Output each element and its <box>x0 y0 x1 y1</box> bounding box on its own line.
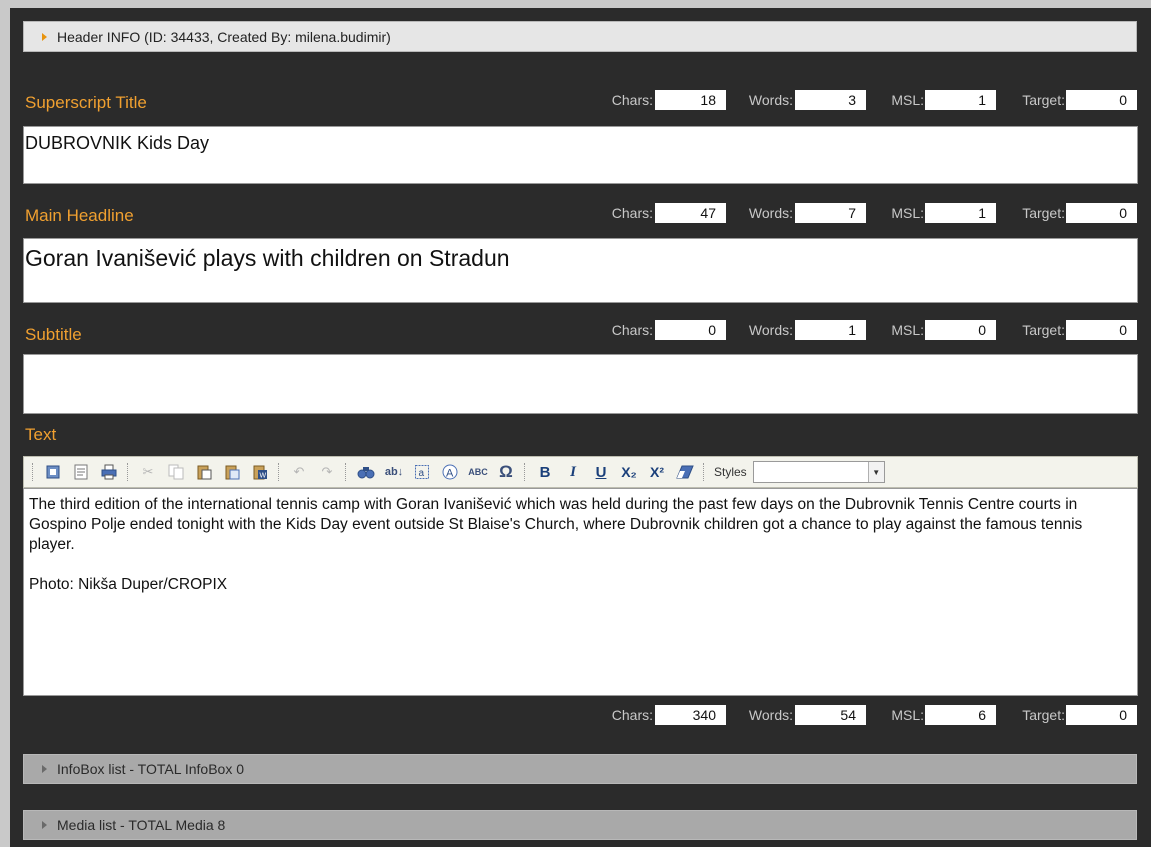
words-count: 1 <box>795 320 866 340</box>
toolbar-separator <box>278 463 281 481</box>
chars-count: 18 <box>655 90 726 110</box>
msl-count: 6 <box>925 705 996 725</box>
chars-label: Chars: <box>611 707 653 723</box>
replace-icon[interactable]: ab↓ <box>383 461 405 483</box>
remove-format-icon[interactable] <box>674 461 696 483</box>
subtitle-label: Subtitle <box>25 325 82 344</box>
words-label: Words: <box>748 322 793 338</box>
chevron-down-icon[interactable]: ▼ <box>867 462 884 482</box>
toolbar-separator <box>127 463 130 481</box>
chars-label: Chars: <box>611 92 653 108</box>
svg-text:A: A <box>446 468 454 480</box>
paste-text-icon[interactable] <box>221 461 243 483</box>
italic-button[interactable]: I <box>562 461 584 483</box>
subtitle-input[interactable] <box>23 354 1138 414</box>
main-headline-input[interactable]: Goran Ivanišević plays with children on … <box>23 238 1138 303</box>
select-all-icon[interactable]: a <box>411 461 433 483</box>
msl-label: MSL: <box>891 322 924 338</box>
toolbar-separator <box>524 463 527 481</box>
words-count: 3 <box>795 90 866 110</box>
words-count: 7 <box>795 203 866 223</box>
chars-label: Chars: <box>611 322 653 338</box>
text-paragraph: The third edition of the international t… <box>29 496 1083 553</box>
chars-label: Chars: <box>611 205 653 221</box>
infobox-list-label: InfoBox list - TOTAL InfoBox 0 <box>57 761 245 777</box>
show-blocks-icon[interactable] <box>70 461 92 483</box>
undo-icon[interactable]: ↶ <box>288 461 310 483</box>
bold-button[interactable]: B <box>534 461 556 483</box>
maximize-icon[interactable] <box>42 461 64 483</box>
msl-count: 0 <box>925 320 996 340</box>
text-label: Text <box>25 425 57 444</box>
special-char-icon[interactable]: Ω <box>495 461 517 483</box>
words-count: 54 <box>795 705 866 725</box>
superscript-button[interactable]: X² <box>646 461 668 483</box>
words-label: Words: <box>748 707 793 723</box>
spellcheck-icon[interactable]: ABC <box>467 461 489 483</box>
target-count: 0 <box>1066 705 1137 725</box>
target-count: 0 <box>1066 90 1137 110</box>
msl-count: 1 <box>925 90 996 110</box>
target-label: Target: <box>1022 322 1065 338</box>
subscript-button[interactable]: X₂ <box>618 461 640 483</box>
find-icon[interactable] <box>355 461 377 483</box>
msl-count: 1 <box>925 203 996 223</box>
editor-toolbar: ✂ W ↶ ↷ ab↓ a A ABC Ω B I U X₂ X² Styles… <box>23 456 1138 488</box>
svg-text:a: a <box>419 468 425 479</box>
target-label: Target: <box>1022 92 1065 108</box>
photo-credit: Photo: Nikša Duper/CROPIX <box>29 576 228 593</box>
msl-label: MSL: <box>891 92 924 108</box>
msl-label: MSL: <box>891 707 924 723</box>
article-editor-panel: Header INFO (ID: 34433, Created By: mile… <box>10 8 1151 847</box>
words-label: Words: <box>748 92 793 108</box>
toolbar-separator <box>32 463 35 481</box>
msl-label: MSL: <box>891 205 924 221</box>
media-list-accordion[interactable]: Media list - TOTAL Media 8 <box>23 810 1137 840</box>
infobox-list-accordion[interactable]: InfoBox list - TOTAL InfoBox 0 <box>23 754 1137 784</box>
toolbar-separator <box>345 463 348 481</box>
expand-arrow-icon <box>42 821 47 829</box>
main-headline-label: Main Headline <box>25 206 134 225</box>
expand-arrow-icon <box>42 765 47 773</box>
paste-word-icon[interactable]: W <box>249 461 271 483</box>
font-color-icon[interactable]: A <box>439 461 461 483</box>
print-icon[interactable] <box>98 461 120 483</box>
chars-count: 47 <box>655 203 726 223</box>
words-label: Words: <box>748 205 793 221</box>
superscript-title-label: Superscript Title <box>25 93 147 112</box>
target-label: Target: <box>1022 707 1065 723</box>
paste-icon[interactable] <box>193 461 215 483</box>
copy-icon[interactable] <box>165 461 187 483</box>
cut-icon[interactable]: ✂ <box>137 461 159 483</box>
header-info-label: Header INFO (ID: 34433, Created By: mile… <box>57 28 391 45</box>
media-list-label: Media list - TOTAL Media 8 <box>57 817 226 833</box>
chars-count: 340 <box>655 705 726 725</box>
redo-icon[interactable]: ↷ <box>316 461 338 483</box>
underline-button[interactable]: U <box>590 461 612 483</box>
styles-label: Styles <box>714 465 747 479</box>
svg-text:W: W <box>260 473 267 480</box>
header-info-accordion[interactable]: Header INFO (ID: 34433, Created By: mile… <box>23 21 1137 52</box>
toolbar-separator <box>703 463 706 481</box>
target-count: 0 <box>1066 320 1137 340</box>
target-label: Target: <box>1022 205 1065 221</box>
chars-count: 0 <box>655 320 726 340</box>
expand-arrow-icon <box>42 32 47 41</box>
target-count: 0 <box>1066 203 1137 223</box>
styles-select[interactable]: ▼ <box>752 461 885 483</box>
text-editor-body[interactable]: The third edition of the international t… <box>23 488 1138 696</box>
superscript-title-input[interactable]: DUBROVNIK Kids Day <box>23 126 1138 184</box>
